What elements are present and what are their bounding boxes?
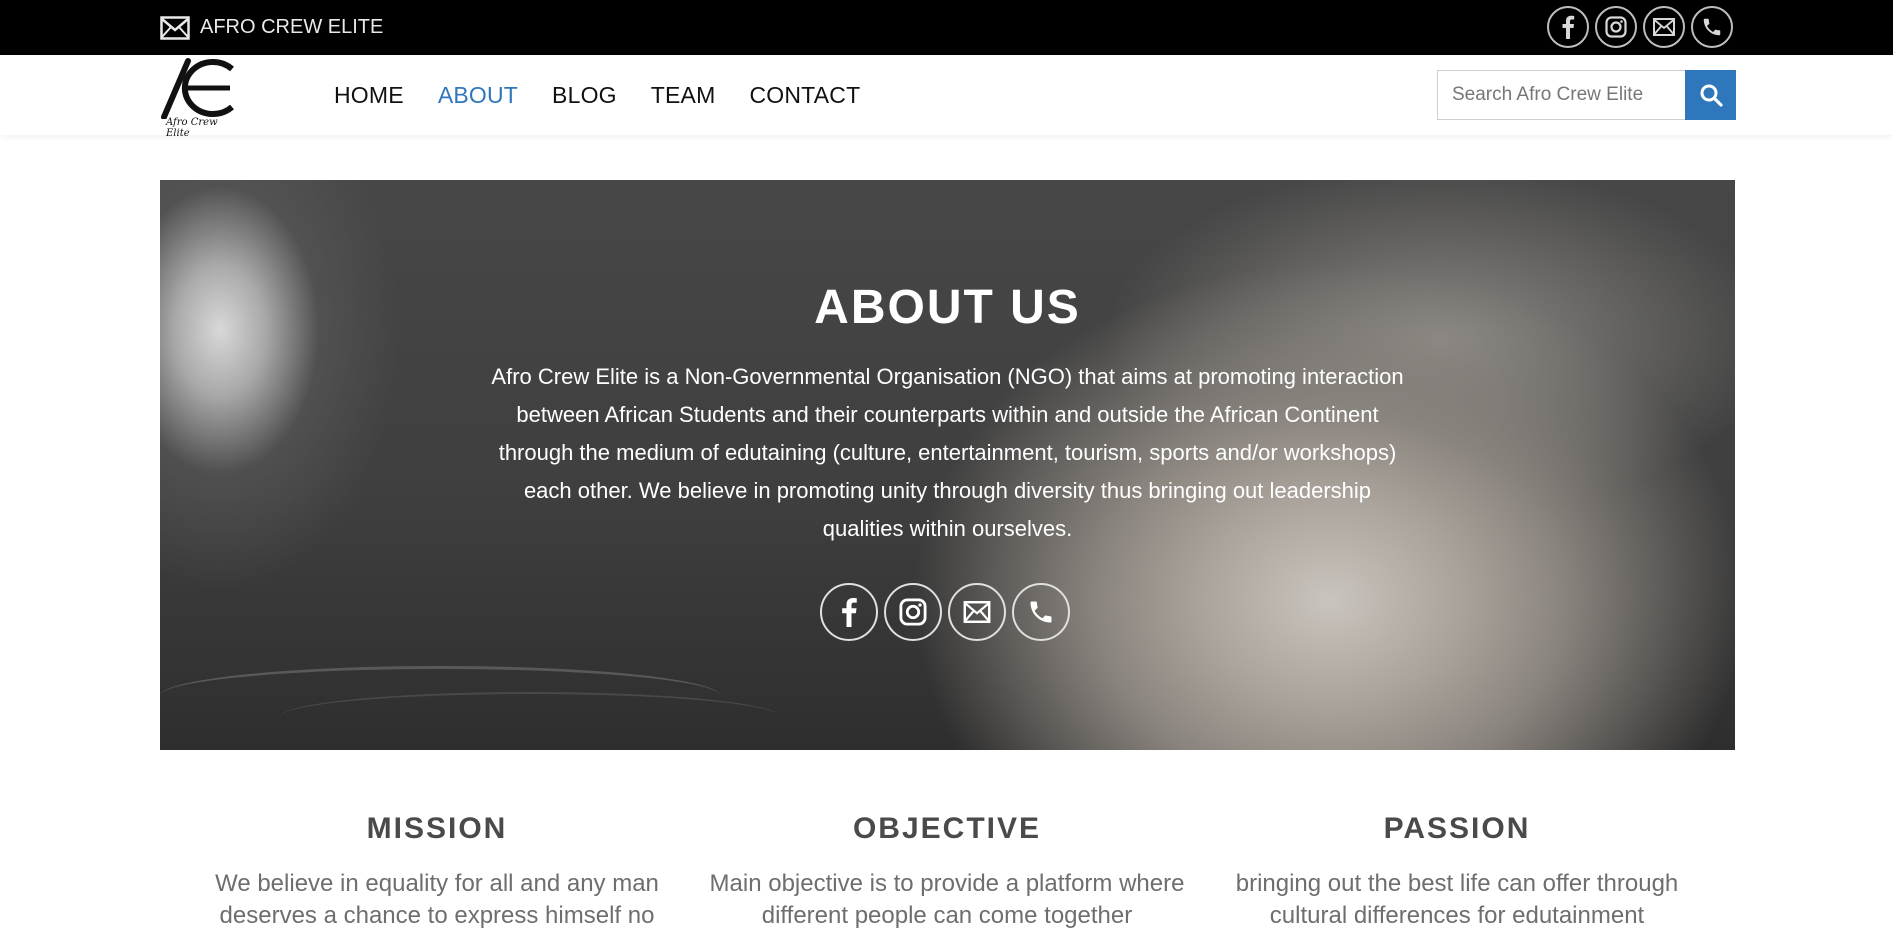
feature-mission: MISSION We believe in equality for all a… <box>197 812 677 932</box>
facebook-icon <box>842 598 857 627</box>
feature-text: Main objective is to provide a platform … <box>709 870 1185 929</box>
logo-tagline: Afro Crew Elite <box>166 117 218 139</box>
search-input[interactable] <box>1437 70 1685 120</box>
site-logo[interactable]: Afro Crew Elite <box>160 55 242 139</box>
about-hero-banner: ABOUT US Afro Crew Elite is a Non-Govern… <box>160 180 1735 750</box>
search-form <box>1437 70 1736 120</box>
nav-home[interactable]: HOME <box>334 82 404 109</box>
search-icon <box>1700 84 1723 107</box>
nav-team[interactable]: TEAM <box>651 82 716 109</box>
feature-title: PASSION <box>1383 812 1531 845</box>
nav-about[interactable]: ABOUT <box>438 82 518 109</box>
nav-blog[interactable]: BLOG <box>552 82 617 109</box>
top-bar-brand[interactable]: AFRO CREW ELITE <box>160 0 383 55</box>
hero-email-button[interactable] <box>948 583 1006 641</box>
top-bar-brand-label: AFRO CREW ELITE <box>200 16 384 38</box>
hero-description: Afro Crew Elite is a Non-Governmental Or… <box>491 364 1404 541</box>
feature-passion: PASSION bringing out the best life can o… <box>1217 812 1697 932</box>
nav-contact[interactable]: CONTACT <box>749 82 860 109</box>
top-facebook-button[interactable] <box>1547 6 1589 48</box>
logo-mark-icon <box>161 58 234 119</box>
hero-instagram-button[interactable] <box>884 583 942 641</box>
search-button[interactable] <box>1685 70 1736 120</box>
email-icon <box>963 601 991 623</box>
background-cable-shape-2 <box>280 692 780 742</box>
feature-title: MISSION <box>366 812 508 845</box>
top-bar-socials <box>1547 6 1733 48</box>
envelope-icon <box>160 15 190 40</box>
feature-text: We believe in equality for all and any m… <box>215 870 659 929</box>
hero-socials <box>820 583 1070 641</box>
main-header: Afro Crew Elite HOME ABOUT BLOG TEAM CON… <box>0 55 1893 139</box>
instagram-icon <box>899 598 927 626</box>
top-email-button[interactable] <box>1643 6 1685 48</box>
email-icon <box>1653 18 1675 36</box>
hero-facebook-button[interactable] <box>820 583 878 641</box>
top-bar: AFRO CREW ELITE <box>0 0 1893 55</box>
top-instagram-button[interactable] <box>1595 6 1637 48</box>
main-nav: HOME ABOUT BLOG TEAM CONTACT <box>334 55 860 135</box>
facebook-icon <box>1562 15 1575 39</box>
hero-phone-button[interactable] <box>1012 583 1070 641</box>
instagram-icon <box>1605 16 1627 38</box>
hero-title: ABOUT US <box>814 281 1081 334</box>
phone-icon <box>1703 18 1721 36</box>
feature-objective: OBJECTIVE Main objective is to provide a… <box>707 812 1187 932</box>
phone-icon <box>1030 601 1052 623</box>
feature-title: OBJECTIVE <box>852 812 1042 845</box>
top-phone-button[interactable] <box>1691 6 1733 48</box>
feature-text: bringing out the best life can offer thr… <box>1235 870 1679 929</box>
